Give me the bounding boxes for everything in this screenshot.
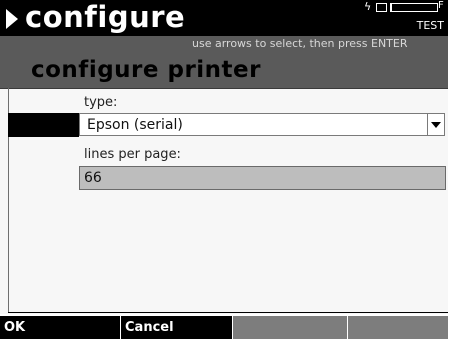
chevron-down-icon — [431, 122, 441, 128]
lightning-bolt-icon: ϟ — [364, 0, 372, 13]
lines-per-page-input[interactable]: 66 — [79, 166, 446, 190]
status-indicators: ϟ F — [338, 0, 448, 15]
lines-per-page-label: lines per page: — [84, 147, 181, 162]
hint-text: use arrows to select, then press ENTER — [192, 37, 408, 50]
softkey-bar: OK Cancel — [0, 314, 448, 339]
title-bar: configure ϟ F TEST — [0, 0, 448, 36]
page-title: configure printer — [31, 57, 261, 83]
mode-indicator: TEST — [416, 19, 444, 32]
battery-level-fill — [391, 4, 392, 11]
softkey-divider — [8, 312, 448, 313]
battery-icon — [390, 3, 438, 12]
softkey-4-button[interactable] — [348, 316, 448, 339]
right-triangle-icon — [6, 9, 18, 29]
type-select[interactable]: Epson (serial) — [79, 113, 445, 136]
hint-bar: use arrows to select, then press ENTER — [0, 36, 448, 52]
cancel-button[interactable]: Cancel — [121, 316, 232, 339]
screen-title: configure — [25, 0, 186, 34]
plug-icon — [376, 3, 387, 12]
type-label: type: — [84, 95, 118, 110]
page-header: configure printer — [0, 52, 448, 89]
softkey-3-button[interactable] — [233, 316, 347, 339]
printer-configure-screen: configure ϟ F TEST use arrows to select,… — [0, 0, 448, 339]
battery-label: F — [438, 0, 444, 11]
lines-per-page-value: 66 — [84, 170, 102, 186]
dropdown-button[interactable] — [427, 114, 444, 135]
focus-marker — [8, 113, 79, 137]
ok-button[interactable]: OK — [0, 316, 120, 339]
type-select-value: Epson (serial) — [87, 117, 183, 133]
